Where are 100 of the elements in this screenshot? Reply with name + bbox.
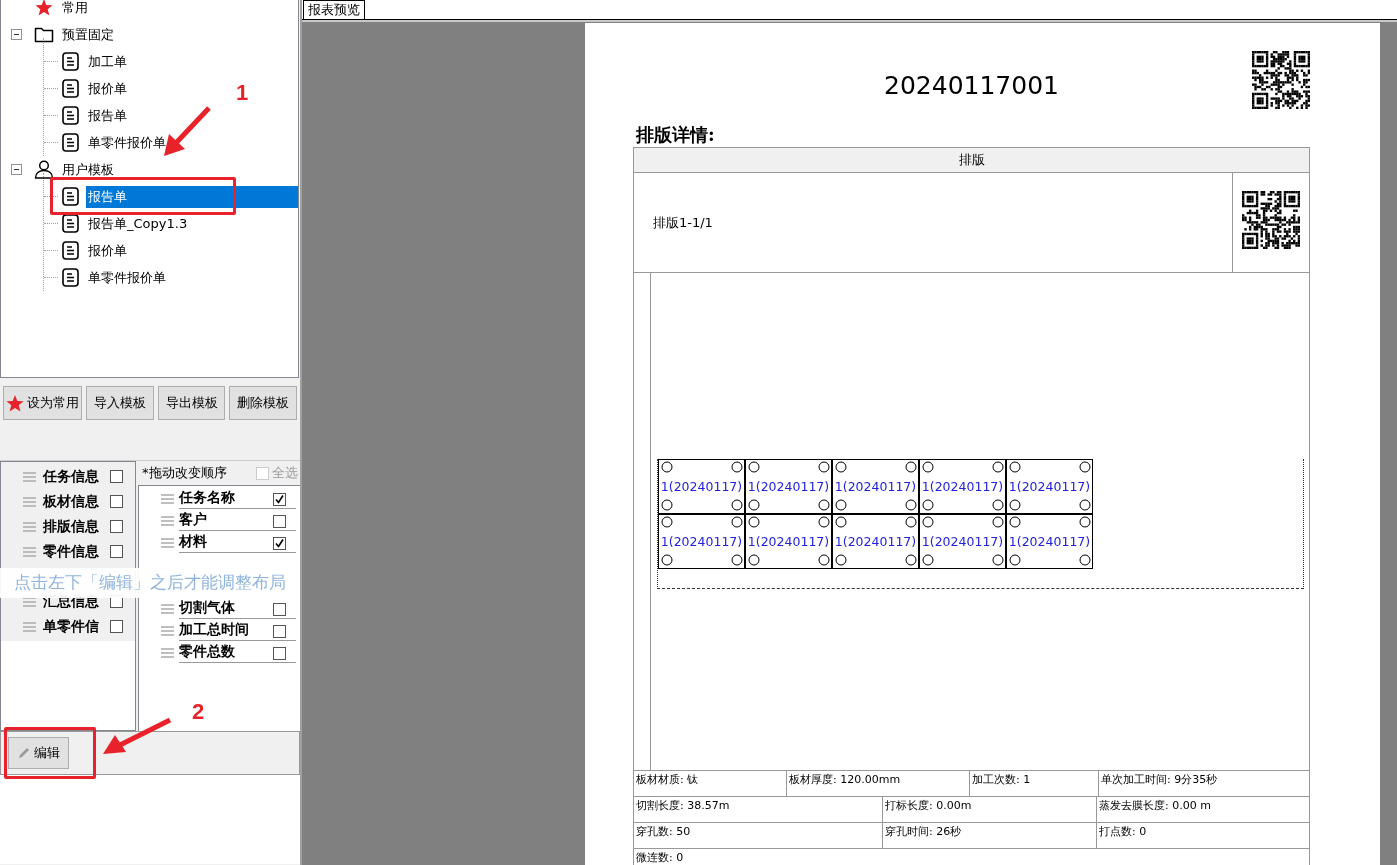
checkbox[interactable] — [273, 536, 286, 550]
info-cell-text: 穿孔数: 50 — [635, 824, 692, 840]
checkbox[interactable] — [273, 646, 286, 660]
star-icon — [6, 394, 24, 412]
drag-handle-icon[interactable] — [161, 516, 174, 526]
info-cell: 单次加工时间: 9分35秒 — [1098, 771, 1309, 796]
qr-code — [1252, 51, 1310, 109]
checkbox[interactable] — [273, 602, 286, 616]
drag-handle-icon[interactable] — [23, 496, 36, 507]
info-cell-text: 切割长度: 38.57m — [635, 798, 731, 814]
info-cell: 蒸发去膜长度: 0.00 m — [1096, 797, 1309, 822]
tree-item[interactable]: 报告单 — [86, 185, 298, 208]
hole-icon — [835, 499, 847, 511]
part-label: 1(20240117) — [747, 479, 830, 494]
checkbox[interactable] — [110, 545, 123, 558]
part-label: 1(20240117) — [747, 534, 830, 549]
drag-handle-icon[interactable] — [23, 521, 36, 532]
document-icon — [61, 187, 79, 206]
hole-icon — [835, 554, 847, 566]
tree-item[interactable]: 加工单 — [86, 50, 129, 73]
info-cell: 打点数: 0 — [1096, 823, 1309, 848]
section-label: 零件信息 — [43, 542, 99, 561]
checkbox[interactable] — [273, 492, 286, 506]
annotation-number: 2 — [192, 699, 205, 725]
drag-handle-icon[interactable] — [23, 596, 36, 607]
checkbox[interactable] — [273, 514, 286, 528]
hole-icon — [1009, 499, 1021, 511]
tree-item[interactable]: 报告单 — [86, 104, 129, 127]
section-label: 任务信息 — [43, 467, 99, 486]
hole-icon — [661, 554, 673, 566]
overlay-caption: 点击左下「编辑」之后才能调整布局 — [14, 572, 286, 594]
drag-handle-icon[interactable] — [23, 546, 36, 557]
document-icon — [61, 268, 79, 287]
hole-icon — [922, 554, 934, 566]
qr-code — [1242, 190, 1300, 249]
tab[interactable]: 报表预览 — [303, 0, 365, 19]
section-label: 排版信息 — [43, 517, 99, 536]
hint-text: *拖动改变顺序 — [142, 464, 227, 482]
layout-label: 排版1-1/1 — [652, 213, 714, 232]
tree-item[interactable]: 报价单 — [86, 239, 129, 262]
arrow — [164, 106, 211, 156]
hole-icon — [748, 554, 760, 566]
document-icon — [61, 52, 79, 71]
document-icon — [61, 106, 79, 125]
report-title: 20240117001 — [883, 70, 1060, 100]
document-icon — [61, 214, 79, 233]
document-icon — [61, 241, 79, 260]
drag-handle-icon[interactable] — [161, 648, 174, 658]
drag-handle-icon[interactable] — [23, 471, 36, 482]
info-cell: 加工次数: 1 — [969, 771, 1098, 796]
checkbox[interactable] — [110, 520, 123, 533]
checkbox[interactable] — [110, 495, 123, 508]
pencil-icon — [17, 746, 31, 760]
tree-item[interactable]: 常用 — [60, 0, 90, 19]
collapse-toggle[interactable] — [11, 164, 22, 175]
part-label: 1(20240117) — [921, 534, 1004, 549]
arrow — [103, 717, 172, 754]
annotation-number: 1 — [236, 80, 249, 106]
tree-item[interactable]: 单零件报价单 — [86, 266, 168, 289]
hole-icon — [661, 499, 673, 511]
set-favorite-button[interactable]: 设为常用 — [3, 386, 82, 420]
part-label: 1(20240117) — [660, 479, 743, 494]
section-label: 板材信息 — [43, 492, 99, 511]
tree-item[interactable]: 单零件报价单 — [86, 131, 168, 154]
info-cell: 穿孔时间: 26秒 — [882, 823, 1096, 848]
section-heading: 排版详情: — [635, 123, 716, 147]
hole-icon — [748, 499, 760, 511]
part-label: 1(20240117) — [1008, 534, 1091, 549]
toolbar-button[interactable]: 导入模板 — [86, 386, 154, 420]
section-label: 汇总信息 — [43, 592, 99, 611]
info-cell-text: 微连数: 0 — [635, 850, 685, 865]
checkbox[interactable] — [110, 620, 123, 633]
folder-icon — [34, 26, 54, 43]
hole-icon — [922, 499, 934, 511]
drag-handle-icon[interactable] — [161, 626, 174, 636]
tree-item[interactable]: 预置固定 — [60, 23, 116, 46]
info-cell: 板材厚度: 120.00mm — [786, 771, 969, 796]
part-label: 1(20240117) — [1008, 479, 1091, 494]
tree-item[interactable]: 报价单 — [86, 77, 129, 100]
edit-button[interactable]: 编辑 — [8, 737, 69, 769]
part-label: 1(20240117) — [660, 534, 743, 549]
document-icon — [61, 79, 79, 98]
star-icon — [35, 0, 53, 16]
user-icon — [34, 160, 54, 179]
drag-handle-icon[interactable] — [161, 538, 174, 548]
tree-item[interactable]: 用户模板 — [60, 158, 116, 181]
section-label: 单零件信 — [43, 617, 99, 636]
toolbar-button[interactable]: 删除模板 — [229, 386, 297, 420]
toolbar-button[interactable]: 导出模板 — [157, 386, 226, 420]
select-all-label: 全选 — [272, 464, 298, 482]
drag-handle-icon[interactable] — [161, 604, 174, 614]
info-cell-text: 板材材质: 钛 — [635, 772, 700, 788]
collapse-toggle[interactable] — [11, 29, 22, 40]
part-label: 1(20240117) — [921, 479, 1004, 494]
hole-icon — [1009, 554, 1021, 566]
drag-handle-icon[interactable] — [161, 494, 174, 504]
drag-handle-icon[interactable] — [23, 621, 36, 632]
tree-item[interactable]: 报告单_Copy1.3 — [86, 212, 190, 235]
checkbox[interactable] — [273, 624, 286, 638]
checkbox[interactable] — [110, 470, 123, 483]
